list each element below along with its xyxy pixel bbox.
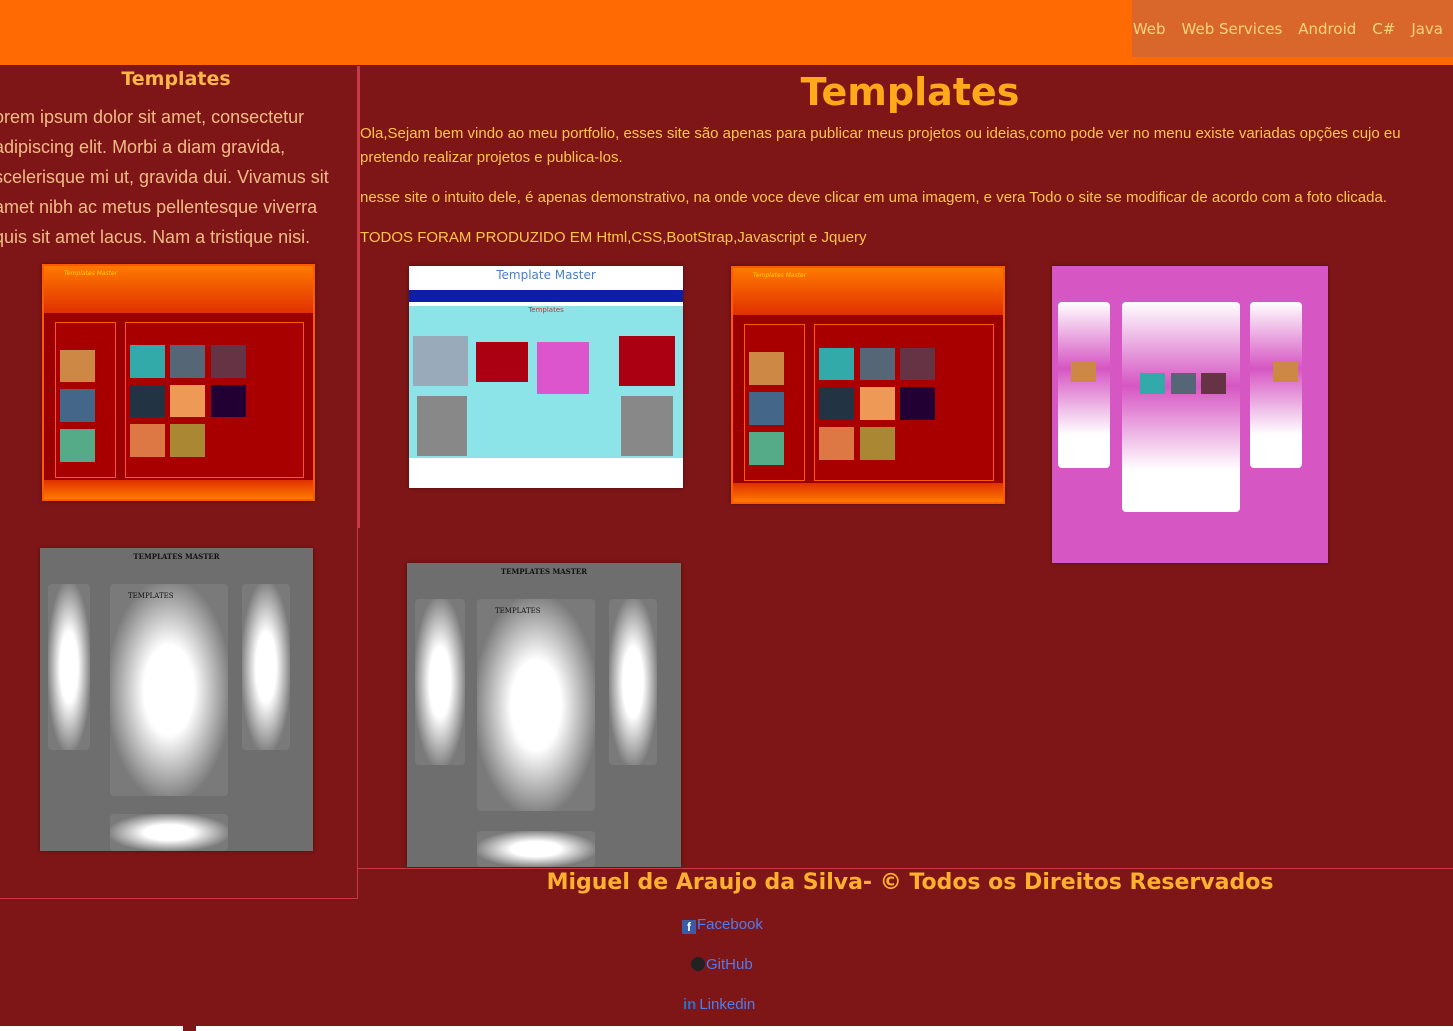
sidebar-title: Templates	[121, 68, 231, 90]
thumb-image	[1170, 372, 1196, 394]
nav-android[interactable]: Android	[1298, 20, 1356, 38]
thumb-image	[749, 352, 785, 385]
template-thumbnail-red[interactable]: Templates Master	[42, 264, 315, 501]
linkedin-label: Linkedin	[699, 996, 756, 1013]
intro-paragraph: Ola,Sejam bem vindo ao meu portfolio, es…	[360, 125, 1401, 166]
thumb-main-column	[110, 584, 228, 796]
thumb-image	[1272, 361, 1298, 382]
thumb-image	[170, 424, 206, 458]
thumb-right-column	[609, 599, 657, 765]
thumb-image	[1140, 372, 1166, 394]
thumb-right-column	[1250, 302, 1302, 468]
thumb-image	[417, 396, 467, 456]
nav-java[interactable]: Java	[1411, 20, 1443, 38]
nav-menu: Web Web Services Android C# Java	[1132, 0, 1453, 57]
thumb-image	[819, 427, 855, 460]
facebook-label: Facebook	[697, 916, 763, 933]
thumb-footer	[110, 814, 228, 851]
nav-csharp[interactable]: C#	[1372, 20, 1395, 38]
thumb-title: Templates Master	[753, 272, 807, 279]
thumb-heading: Templates	[528, 306, 564, 314]
thumb-image	[900, 347, 936, 381]
thumb-left-column	[48, 584, 90, 750]
thumb-header: Templates Master	[733, 268, 1003, 315]
thumb-image	[859, 427, 895, 460]
template-thumbnail-blue[interactable]: Template Master Templates	[409, 266, 683, 488]
thumb-image	[1071, 361, 1097, 382]
thumb-image	[210, 384, 246, 418]
github-icon	[691, 957, 705, 971]
github-label: GitHub	[706, 956, 753, 973]
thumb-image	[749, 392, 785, 425]
thumb-left-column	[1058, 302, 1110, 468]
thumb-main-column	[477, 599, 595, 811]
thumb-heading: TEMPLATES	[128, 592, 174, 600]
thumb-footer	[477, 831, 595, 867]
page-title: Templates	[800, 70, 1020, 114]
thumb-image	[60, 389, 96, 423]
facebook-icon: f	[682, 920, 696, 934]
top-navbar: Web Web Services Android C# Java	[0, 0, 1453, 65]
thumb-image	[537, 342, 589, 394]
thumb-image	[619, 336, 675, 386]
thumb-image	[60, 349, 96, 383]
footer-copyright: Miguel de Araujo da Silva- © Todos os Di…	[546, 870, 1274, 895]
thumb-image	[210, 345, 246, 378]
facebook-link[interactable]: f Facebook	[682, 916, 763, 934]
linkedin-icon: in	[683, 996, 697, 1013]
thumb-image	[170, 345, 206, 378]
thumb-image	[130, 384, 166, 418]
nav-web-services[interactable]: Web Services	[1182, 20, 1283, 38]
thumb-title: TEMPLATES MASTER	[500, 567, 588, 576]
thumb-header: Templates Master	[44, 266, 313, 313]
nav-web[interactable]: Web	[1133, 20, 1166, 38]
thumb-image	[621, 396, 673, 456]
thumb-image	[413, 336, 468, 386]
thumb-title: Template Master	[496, 268, 596, 282]
thumb-image	[859, 387, 895, 421]
thumb-title: TEMPLATES MASTER	[133, 552, 220, 561]
thumb-image	[170, 384, 206, 418]
thumb-image	[60, 429, 96, 462]
thumb-image	[819, 347, 855, 381]
page-bottom-edge	[196, 1026, 1453, 1031]
thumb-image	[130, 424, 166, 458]
page-bottom-edge	[0, 1026, 183, 1031]
thumb-image	[900, 387, 936, 421]
template-thumbnail-gray-2[interactable]: TEMPLATES MASTER TEMPLATES	[407, 563, 681, 867]
sidebar-text: orem ipsum dolor sit amet, consectetur a…	[0, 107, 329, 247]
thumb-image	[476, 342, 528, 382]
footer-divider	[358, 868, 1453, 869]
thumb-body: Templates	[409, 306, 683, 458]
thumb-image	[819, 387, 855, 421]
linkedin-link[interactable]: in Linkedin	[683, 996, 755, 1013]
thumb-footer	[733, 483, 1003, 502]
instructions-paragraph: nesse site o intuito dele, é apenas demo…	[360, 189, 1387, 206]
thumb-main-column	[1122, 302, 1240, 512]
template-thumbnail-red-2[interactable]: Templates Master	[731, 266, 1005, 504]
github-link[interactable]: GitHub	[691, 956, 753, 973]
thumb-heading: TEMPLATES	[495, 607, 541, 615]
template-thumbnail-pink[interactable]	[1052, 266, 1328, 563]
thumb-right-column	[242, 584, 290, 750]
thumb-title: Templates Master	[64, 270, 118, 277]
technologies-paragraph: TODOS FORAM PRODUZIDO EM Html,CSS,BootSt…	[360, 229, 867, 246]
thumb-footer	[44, 480, 313, 499]
thumb-left-column	[415, 599, 465, 765]
thumb-image	[749, 431, 785, 465]
thumb-navbar	[409, 290, 683, 302]
thumb-image	[859, 347, 895, 381]
thumb-image	[1201, 372, 1226, 394]
thumb-image	[130, 345, 166, 378]
template-thumbnail-gray[interactable]: TEMPLATES MASTER TEMPLATES	[40, 548, 313, 851]
